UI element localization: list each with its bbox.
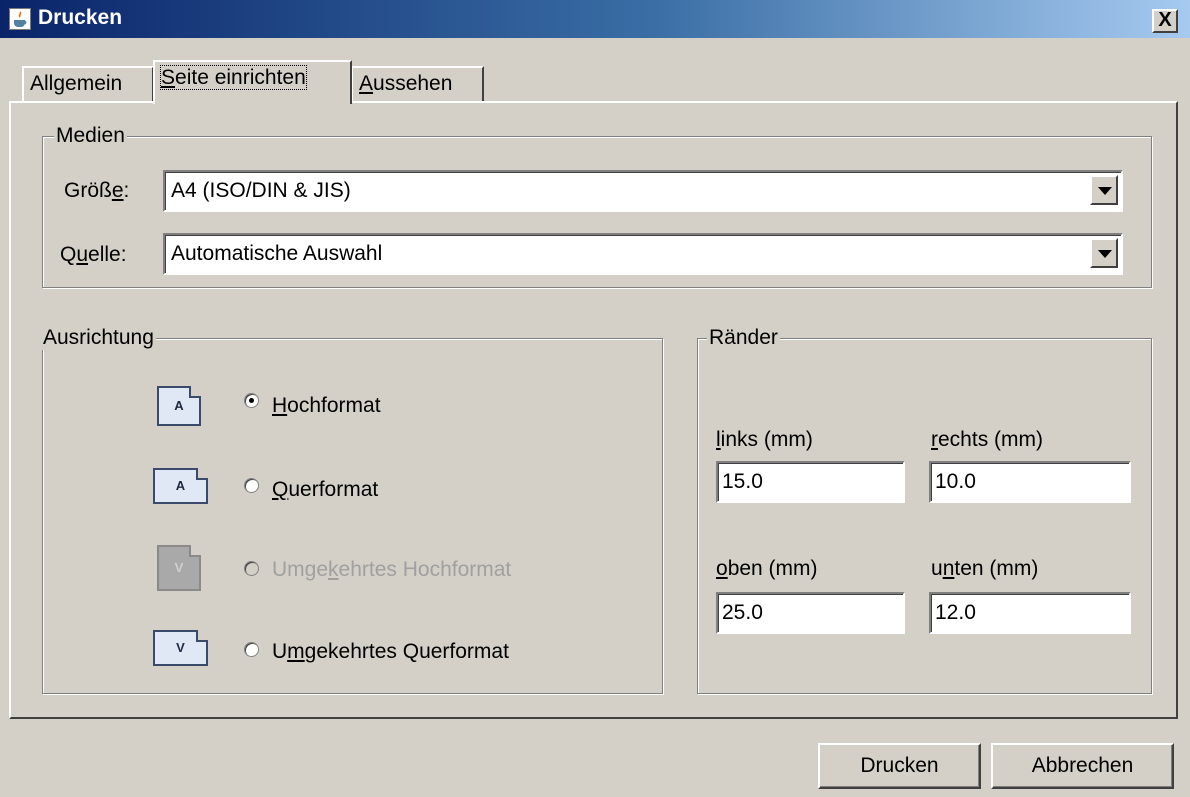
tab-aussehen[interactable]: Aussehen [351, 66, 484, 101]
landscape-page-icon: A [153, 468, 208, 504]
bottom-margin-label: unten (mm) [931, 557, 1039, 580]
tab-seite-einrichten[interactable]: Seite einrichten [153, 60, 352, 104]
reverse-portrait-label: Umgekehrtes Hochformat [272, 558, 512, 581]
portrait-label[interactable]: Hochformat [272, 394, 381, 418]
margins-group [697, 338, 1152, 694]
top-margin-label: oben (mm) [716, 557, 818, 580]
chevron-down-icon[interactable] [1090, 238, 1118, 268]
cancel-button[interactable]: Abbrechen [991, 743, 1174, 789]
size-value: A4 (ISO/DIN & JIS) [171, 179, 351, 202]
source-value: Automatische Auswahl [171, 242, 383, 265]
left-margin-field[interactable]: 15.0 [716, 461, 905, 503]
reverse-portrait-radio [244, 561, 259, 576]
landscape-radio[interactable] [244, 478, 259, 493]
tab-label: Seite einrichten [160, 65, 307, 90]
landscape-label[interactable]: Querformat [272, 478, 378, 502]
size-combobox[interactable]: A4 (ISO/DIN & JIS) [163, 170, 1123, 212]
reverse-landscape-label[interactable]: Umgekehrtes Querformat [272, 640, 509, 664]
media-legend: Medien [54, 124, 127, 148]
print-button[interactable]: Drucken [818, 743, 981, 789]
left-margin-label: links (mm) [716, 428, 813, 451]
tab-label: Allgemein [30, 72, 123, 95]
margins-legend: Ränder [707, 326, 780, 350]
right-margin-label: rechts (mm) [931, 428, 1043, 451]
source-label: Quelle: [60, 243, 127, 266]
close-icon[interactable]: X [1152, 9, 1178, 33]
portrait-radio[interactable] [244, 393, 259, 408]
window-title: Drucken [38, 6, 123, 29]
reverse-portrait-page-icon: V [157, 545, 201, 591]
chevron-down-icon[interactable] [1090, 175, 1118, 205]
portrait-page-icon: A [157, 386, 201, 426]
right-margin-field[interactable]: 10.0 [929, 461, 1131, 503]
tab-label: Aussehen [359, 72, 453, 95]
title-bar[interactable] [0, 0, 1190, 40]
tab-allgemein[interactable]: Allgemein [22, 66, 154, 101]
source-combobox[interactable]: Automatische Auswahl [163, 233, 1123, 275]
reverse-landscape-page-icon: V [153, 630, 208, 666]
size-label: Größe: [64, 179, 130, 202]
bottom-margin-field[interactable]: 12.0 [929, 592, 1131, 634]
orientation-legend: Ausrichtung [41, 326, 156, 350]
top-margin-field[interactable]: 25.0 [716, 592, 905, 634]
java-icon [9, 8, 31, 30]
reverse-landscape-radio[interactable] [244, 642, 259, 657]
